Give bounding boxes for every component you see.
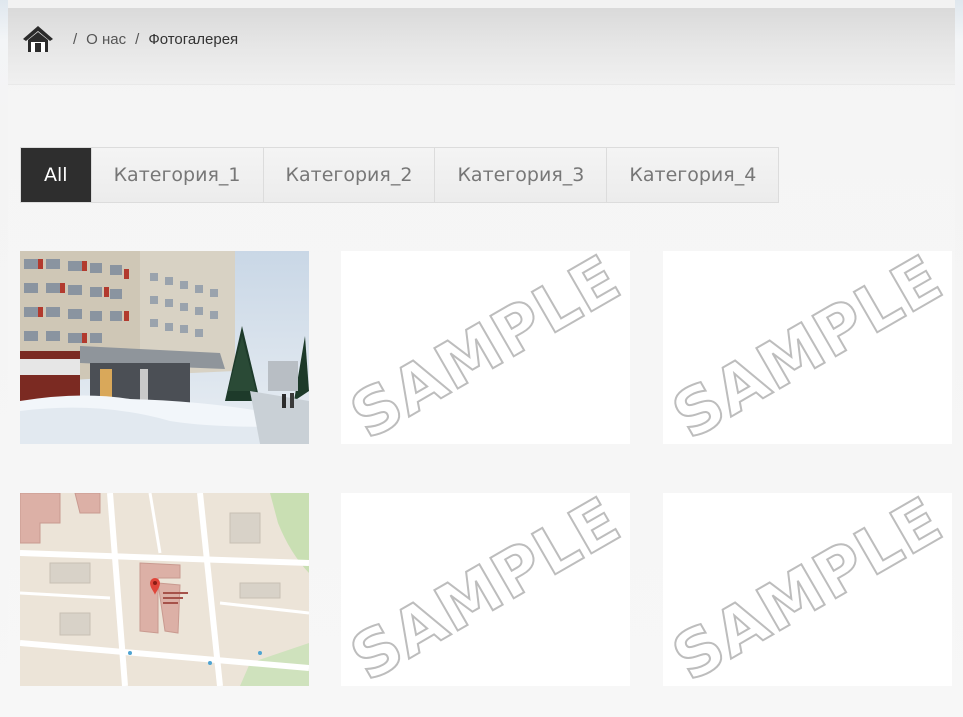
gallery-filter-tabs: All Категория_1 Категория_2 Категория_3 … bbox=[20, 147, 780, 203]
breadcrumb: / О нас / Фотогалерея bbox=[22, 24, 238, 54]
tab-category-4[interactable]: Категория_4 bbox=[606, 148, 779, 202]
tab-category-3[interactable]: Категория_3 bbox=[434, 148, 607, 202]
tab-all[interactable]: All bbox=[21, 148, 91, 202]
breadcrumb-link-about[interactable]: О нас bbox=[86, 31, 126, 48]
gallery-item-sample-placeholder[interactable]: SAMPLE bbox=[341, 251, 630, 444]
breadcrumb-separator: / bbox=[73, 30, 78, 48]
gallery-item-sample-placeholder[interactable]: SAMPLE bbox=[663, 493, 952, 686]
home-icon[interactable] bbox=[22, 24, 54, 54]
sample-watermark: SAMPLE bbox=[663, 251, 952, 444]
sample-watermark: SAMPLE bbox=[341, 251, 630, 444]
sample-watermark: SAMPLE bbox=[663, 493, 952, 686]
breadcrumb-bar: / О нас / Фотогалерея bbox=[8, 8, 955, 85]
tab-category-2[interactable]: Категория_2 bbox=[262, 148, 435, 202]
map-image bbox=[20, 493, 309, 686]
sample-watermark: SAMPLE bbox=[341, 493, 630, 686]
gallery-item-hospital-photo[interactable] bbox=[20, 251, 309, 444]
page-frame: / О нас / Фотогалерея All Категория_1 Ка… bbox=[8, 0, 955, 717]
tab-category-1[interactable]: Категория_1 bbox=[90, 148, 263, 202]
breadcrumb-separator: / bbox=[135, 30, 140, 48]
hospital-building-image bbox=[20, 251, 309, 444]
gallery-item-sample-placeholder[interactable]: SAMPLE bbox=[663, 251, 952, 444]
breadcrumb-current-gallery: Фотогалерея bbox=[148, 30, 239, 48]
gallery-item-sample-placeholder[interactable]: SAMPLE bbox=[341, 493, 630, 686]
gallery-item-map[interactable] bbox=[20, 493, 309, 686]
